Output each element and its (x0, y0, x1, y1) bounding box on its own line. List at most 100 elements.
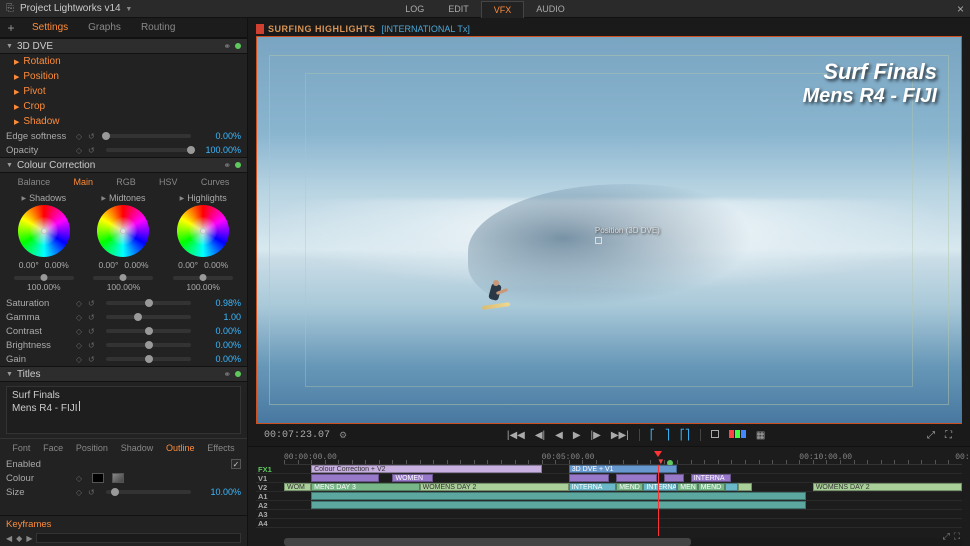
nav-log[interactable]: LOG (393, 1, 436, 17)
keyframe-icon[interactable]: ◇ (74, 474, 84, 483)
titles-text-input[interactable]: Surf Finals Mens R4 - FIJI (6, 386, 241, 434)
value[interactable]: 0.00% (199, 354, 241, 364)
fullscreen-timeline-button[interactable]: ⛶ (954, 531, 960, 542)
keyframe-icon[interactable]: ◇ (74, 488, 84, 497)
value[interactable]: 0.98% (199, 298, 241, 308)
keyframe-icon[interactable]: ◇ (74, 313, 84, 322)
section-titles[interactable]: ▼Titles ⚭ (0, 366, 247, 382)
value[interactable]: 0.00% (199, 340, 241, 350)
tab-graphs[interactable]: Graphs (78, 22, 131, 33)
title-tab-shadow[interactable]: Shadow (121, 443, 154, 453)
colour-swatch[interactable] (92, 473, 104, 483)
track-label-fx1[interactable]: FX1 (256, 465, 284, 474)
expand-timeline-button[interactable]: ⤢ (942, 531, 949, 542)
play-back-button[interactable]: ◀ (553, 430, 565, 441)
clip[interactable]: 3D DVE + V1 (569, 465, 677, 473)
title-overlay[interactable]: Surf Finals Mens R4 - FIJI (803, 59, 937, 108)
slider[interactable] (106, 329, 191, 333)
clip[interactable]: MENS DAY 3 (311, 483, 419, 491)
track-label-a4[interactable]: A4 (256, 519, 284, 528)
clip[interactable]: INTERNA (569, 483, 616, 491)
reset-icon[interactable]: ↺ (88, 299, 98, 308)
grid-button[interactable]: ▦ (754, 430, 767, 441)
value[interactable]: 0.00% (199, 326, 241, 336)
value[interactable]: 100.00% (199, 145, 241, 155)
tab-routing[interactable]: Routing (131, 22, 185, 33)
clip[interactable] (311, 492, 806, 500)
go-start-button[interactable]: |◀◀ (505, 430, 527, 441)
playhead[interactable] (658, 465, 659, 536)
track-row[interactable] (284, 510, 962, 519)
fullscreen-button[interactable]: ⛶ (943, 430, 954, 441)
cc-tab-rgb[interactable]: RGB (116, 177, 136, 187)
size-value[interactable]: 10.00% (199, 487, 241, 497)
slider[interactable] (106, 315, 191, 319)
play-button[interactable]: ▶ (571, 430, 583, 441)
step-back-button[interactable]: ◀| (533, 430, 547, 441)
title-tab-font[interactable]: Font (12, 443, 30, 453)
cc-tab-main[interactable]: Main (73, 177, 93, 187)
track-row[interactable]: Colour Correction + V2 3D DVE + V1 (284, 465, 962, 474)
title-tab-outline[interactable]: Outline (166, 443, 195, 453)
clip[interactable]: WOMENS DAY 2 (813, 483, 962, 491)
clip[interactable]: MEND (616, 483, 643, 491)
clip[interactable]: INTERNA (643, 483, 677, 491)
add-keyframe-button[interactable]: ◆ (16, 534, 22, 543)
app-title[interactable]: Project Lightworks v14 ▼ (20, 3, 132, 14)
dve-node-position[interactable]: ▶Position (0, 69, 247, 84)
title-tab-position[interactable]: Position (76, 443, 108, 453)
reset-icon[interactable]: ↺ (88, 355, 98, 364)
wheel-slider[interactable] (93, 276, 153, 280)
enable-dot[interactable] (235, 162, 241, 168)
reset-icon[interactable]: ↺ (88, 146, 98, 155)
title-tab-face[interactable]: Face (43, 443, 63, 453)
wheel-slider[interactable] (14, 276, 74, 280)
reset-icon[interactable]: ↺ (88, 488, 98, 497)
slider[interactable] (106, 148, 191, 152)
clear-marks-button[interactable]: ⎡⎤ (678, 430, 692, 441)
slider[interactable] (106, 301, 191, 305)
clip[interactable] (311, 474, 379, 482)
clip[interactable] (616, 474, 657, 482)
size-slider[interactable] (106, 490, 191, 494)
enable-dot[interactable] (235, 43, 241, 49)
keyframe-icon[interactable]: ◇ (74, 132, 84, 141)
position-overlay[interactable]: Position (3D DVE) (595, 226, 660, 246)
enable-dot[interactable] (235, 371, 241, 377)
add-tab-button[interactable]: + (0, 21, 22, 35)
track-label-a1[interactable]: A1 (256, 492, 284, 501)
clip[interactable]: INTERNA (691, 474, 732, 482)
clip[interactable]: Colour Correction + V2 (311, 465, 542, 473)
settings-scroll[interactable]: ▼3D DVE ⚭ ▶Rotation▶Position▶Pivot▶Crop▶… (0, 38, 247, 515)
tab-settings[interactable]: Settings (22, 22, 78, 33)
colour-wheel[interactable] (18, 205, 70, 257)
cc-tab-hsv[interactable]: HSV (159, 177, 178, 187)
mark-out-button[interactable]: ⎤ (663, 430, 672, 441)
slider[interactable] (106, 343, 191, 347)
track-row[interactable] (284, 492, 962, 501)
track-row[interactable]: WOMMENS DAY 3WOMENS DAY 2INTERNAMENDINTE… (284, 483, 962, 492)
expand-button[interactable]: ⤢ (925, 430, 937, 441)
link-icon[interactable]: ⚭ (223, 369, 231, 380)
go-end-button[interactable]: ▶▶| (609, 430, 631, 441)
link-icon[interactable]: ⚭ (223, 160, 231, 171)
keyframe-icon[interactable]: ◇ (74, 341, 84, 350)
reset-icon[interactable]: ↺ (88, 132, 98, 141)
clip[interactable]: WOMEN (392, 474, 433, 482)
timecode[interactable]: 00:07:23.07 (264, 430, 330, 441)
nav-audio[interactable]: AUDIO (524, 1, 577, 17)
slider[interactable] (106, 134, 191, 138)
dve-node-rotation[interactable]: ▶Rotation (0, 54, 247, 69)
timeline-scrollbar[interactable] (284, 538, 962, 546)
value[interactable]: 1.00 (199, 312, 241, 322)
gear-icon[interactable]: ⚙ (339, 430, 347, 441)
viewer-tab[interactable]: SURFING HIGHLIGHTS [INTERNATIONAL Tx] (256, 24, 962, 34)
clip[interactable] (311, 501, 806, 509)
rgb-button[interactable] (727, 430, 748, 441)
colour-wheel[interactable] (97, 205, 149, 257)
close-button[interactable]: × (957, 2, 964, 16)
keyframe-icon[interactable]: ◇ (74, 327, 84, 336)
track-row[interactable]: WOMEN INTERNA (284, 474, 962, 483)
reset-icon[interactable]: ↺ (88, 313, 98, 322)
clip[interactable]: MEND (698, 483, 725, 491)
